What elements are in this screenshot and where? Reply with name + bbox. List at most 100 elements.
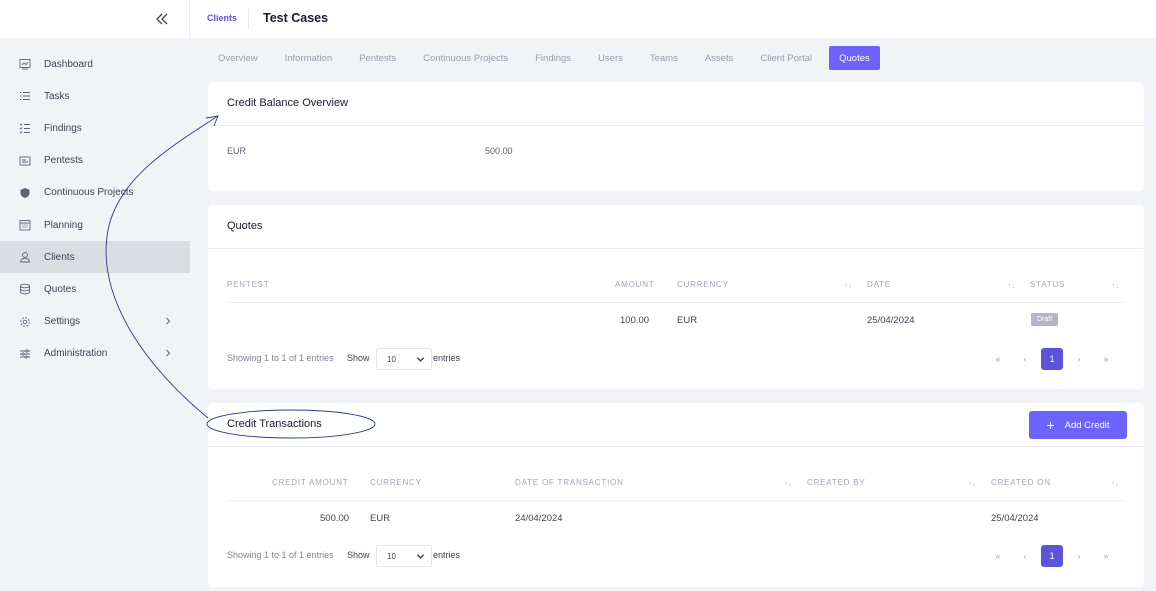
sidebar-item-administration[interactable]: Administration [0, 338, 190, 370]
sidebar-item-label: Quotes [44, 283, 77, 295]
sidebar-item-clients[interactable]: Clients [0, 241, 190, 274]
cell-date: 25/04/2024 [867, 315, 915, 326]
sidebar-item-label: Dashboard [44, 58, 93, 70]
collapse-sidebar-icon[interactable] [154, 11, 170, 27]
column-header-date[interactable]: DATE [867, 280, 891, 289]
sidebar-nav: Dashboard Tasks Findings Pentests Contin… [0, 48, 190, 370]
sidebar-item-tasks[interactable]: Tasks [0, 80, 190, 112]
sidebar-item-findings[interactable]: Findings [0, 112, 190, 144]
first-page-button[interactable]: « [987, 348, 1009, 370]
sidebar-item-settings[interactable]: Settings [0, 306, 190, 338]
client-tabs: Overview Information Pentests Continuous… [208, 46, 887, 70]
add-credit-button[interactable]: + Add Credit [1029, 411, 1127, 439]
column-header-currency[interactable]: CURRENCY [677, 280, 729, 289]
card-title: Credit Transactions [227, 418, 322, 430]
next-page-button[interactable]: › [1068, 348, 1090, 370]
sidebar-item-pentests[interactable]: Pentests [0, 145, 190, 177]
credit-balance-card: Credit Balance Overview EUR 500.00 [208, 82, 1144, 191]
cell-credit-amount: 500.00 [320, 513, 350, 524]
sort-icon[interactable]: ↑↓ [1111, 281, 1119, 290]
tab-teams[interactable]: Teams [640, 46, 688, 70]
chevron-down-icon [416, 554, 425, 559]
tab-information[interactable]: Information [275, 46, 343, 70]
breadcrumb-clients[interactable]: Clients [207, 13, 237, 23]
column-header-created-by[interactable]: CREATED BY [807, 478, 866, 487]
column-header-status[interactable]: STATUS [1030, 280, 1065, 289]
page-title: Test Cases [263, 11, 329, 25]
sidebar-header [0, 0, 190, 38]
page-size-select[interactable]: 10 [376, 545, 432, 567]
tab-overview[interactable]: Overview [208, 46, 268, 70]
entries-label: entries [433, 353, 461, 363]
pagination: « ‹ 1 › » [982, 545, 1117, 567]
tab-assets[interactable]: Assets [695, 46, 744, 70]
sidebar-item-label: Planning [44, 219, 83, 231]
table-info: Showing 1 to 1 of 1 entries [227, 550, 334, 560]
next-page-button[interactable]: › [1068, 545, 1090, 567]
column-header-date-of-transaction[interactable]: DATE OF TRANSACTION [515, 478, 624, 487]
dashboard-icon [19, 58, 31, 70]
pagination: « ‹ 1 › » [982, 348, 1117, 370]
tab-users[interactable]: Users [588, 46, 633, 70]
tab-client-portal[interactable]: Client Portal [750, 46, 822, 70]
tasks-icon [19, 90, 31, 102]
column-header-created-on[interactable]: CREATED ON [991, 478, 1051, 487]
pentests-icon [19, 155, 31, 167]
sort-icon[interactable]: ↑↓ [968, 479, 976, 488]
table-info: Showing 1 to 1 of 1 entries [227, 353, 334, 363]
sidebar-item-label: Findings [44, 122, 82, 134]
cell-currency: EUR [677, 315, 698, 326]
column-header-pentest[interactable]: PENTEST [227, 280, 270, 289]
page-button[interactable]: 1 [1041, 545, 1063, 567]
chevron-right-icon[interactable] [164, 348, 172, 358]
sort-icon[interactable]: ↑↓ [844, 281, 852, 290]
sort-icon[interactable]: ↑↓ [784, 479, 792, 488]
cell-amount: 100.00 [620, 315, 650, 326]
add-credit-label: Add Credit [1064, 419, 1110, 431]
sidebar-item-label: Settings [44, 316, 81, 328]
clients-icon [19, 251, 31, 263]
gear-icon [19, 316, 31, 328]
page-size-select[interactable]: 10 [376, 348, 432, 370]
last-page-button[interactable]: » [1095, 545, 1117, 567]
card-title: Credit Balance Overview [227, 97, 349, 109]
column-header-currency[interactable]: CURRENCY [370, 478, 422, 487]
page-header: Clients Test Cases [190, 0, 1156, 38]
page-size-value: 10 [387, 355, 396, 364]
tab-pentests[interactable]: Pentests [349, 46, 406, 70]
column-header-credit-amount[interactable]: CREDIT AMOUNT [272, 478, 348, 487]
tab-continuous-projects[interactable]: Continuous Projects [413, 46, 518, 70]
header-divider [227, 500, 1126, 501]
balance-currency: EUR [227, 146, 247, 156]
column-header-amount[interactable]: AMOUNT [615, 280, 654, 289]
sidebar-item-label: Continuous Projects [44, 187, 134, 199]
tab-findings[interactable]: Findings [525, 46, 581, 70]
prev-page-button[interactable]: ‹ [1014, 348, 1036, 370]
chevron-down-icon [416, 357, 425, 362]
sliders-icon [19, 348, 31, 360]
sidebar-item-continuous-projects[interactable]: Continuous Projects [0, 177, 190, 209]
sidebar-item-dashboard[interactable]: Dashboard [0, 48, 190, 80]
breadcrumb-separator [248, 9, 249, 29]
page-size-value: 10 [387, 552, 396, 561]
page-button[interactable]: 1 [1041, 348, 1063, 370]
card-header: Credit Transactions + Add Credit [208, 403, 1144, 447]
tab-quotes[interactable]: Quotes [829, 46, 880, 70]
findings-icon [19, 122, 31, 135]
sidebar-item-quotes[interactable]: Quotes [0, 273, 190, 305]
chevron-right-icon[interactable] [164, 316, 172, 326]
card-header: Quotes [208, 205, 1144, 249]
sidebar-item-label: Tasks [44, 90, 70, 102]
first-page-button[interactable]: « [987, 545, 1009, 567]
sidebar-item-label: Administration [44, 348, 108, 360]
card-header: Credit Balance Overview [208, 82, 1144, 126]
sidebar-item-planning[interactable]: Planning [0, 209, 190, 241]
balance-amount: 500.00 [485, 146, 513, 156]
last-page-button[interactable]: » [1095, 348, 1117, 370]
quotes-card: Quotes PENTEST AMOUNT CURRENCY ↑↓ DATE ↑… [208, 205, 1144, 389]
sort-icon[interactable]: ↑↓ [1007, 281, 1015, 290]
sort-icon[interactable]: ↑↓ [1111, 479, 1119, 488]
prev-page-button[interactable]: ‹ [1014, 545, 1036, 567]
status-badge: Draft [1031, 313, 1059, 326]
entries-label: entries [433, 550, 461, 560]
